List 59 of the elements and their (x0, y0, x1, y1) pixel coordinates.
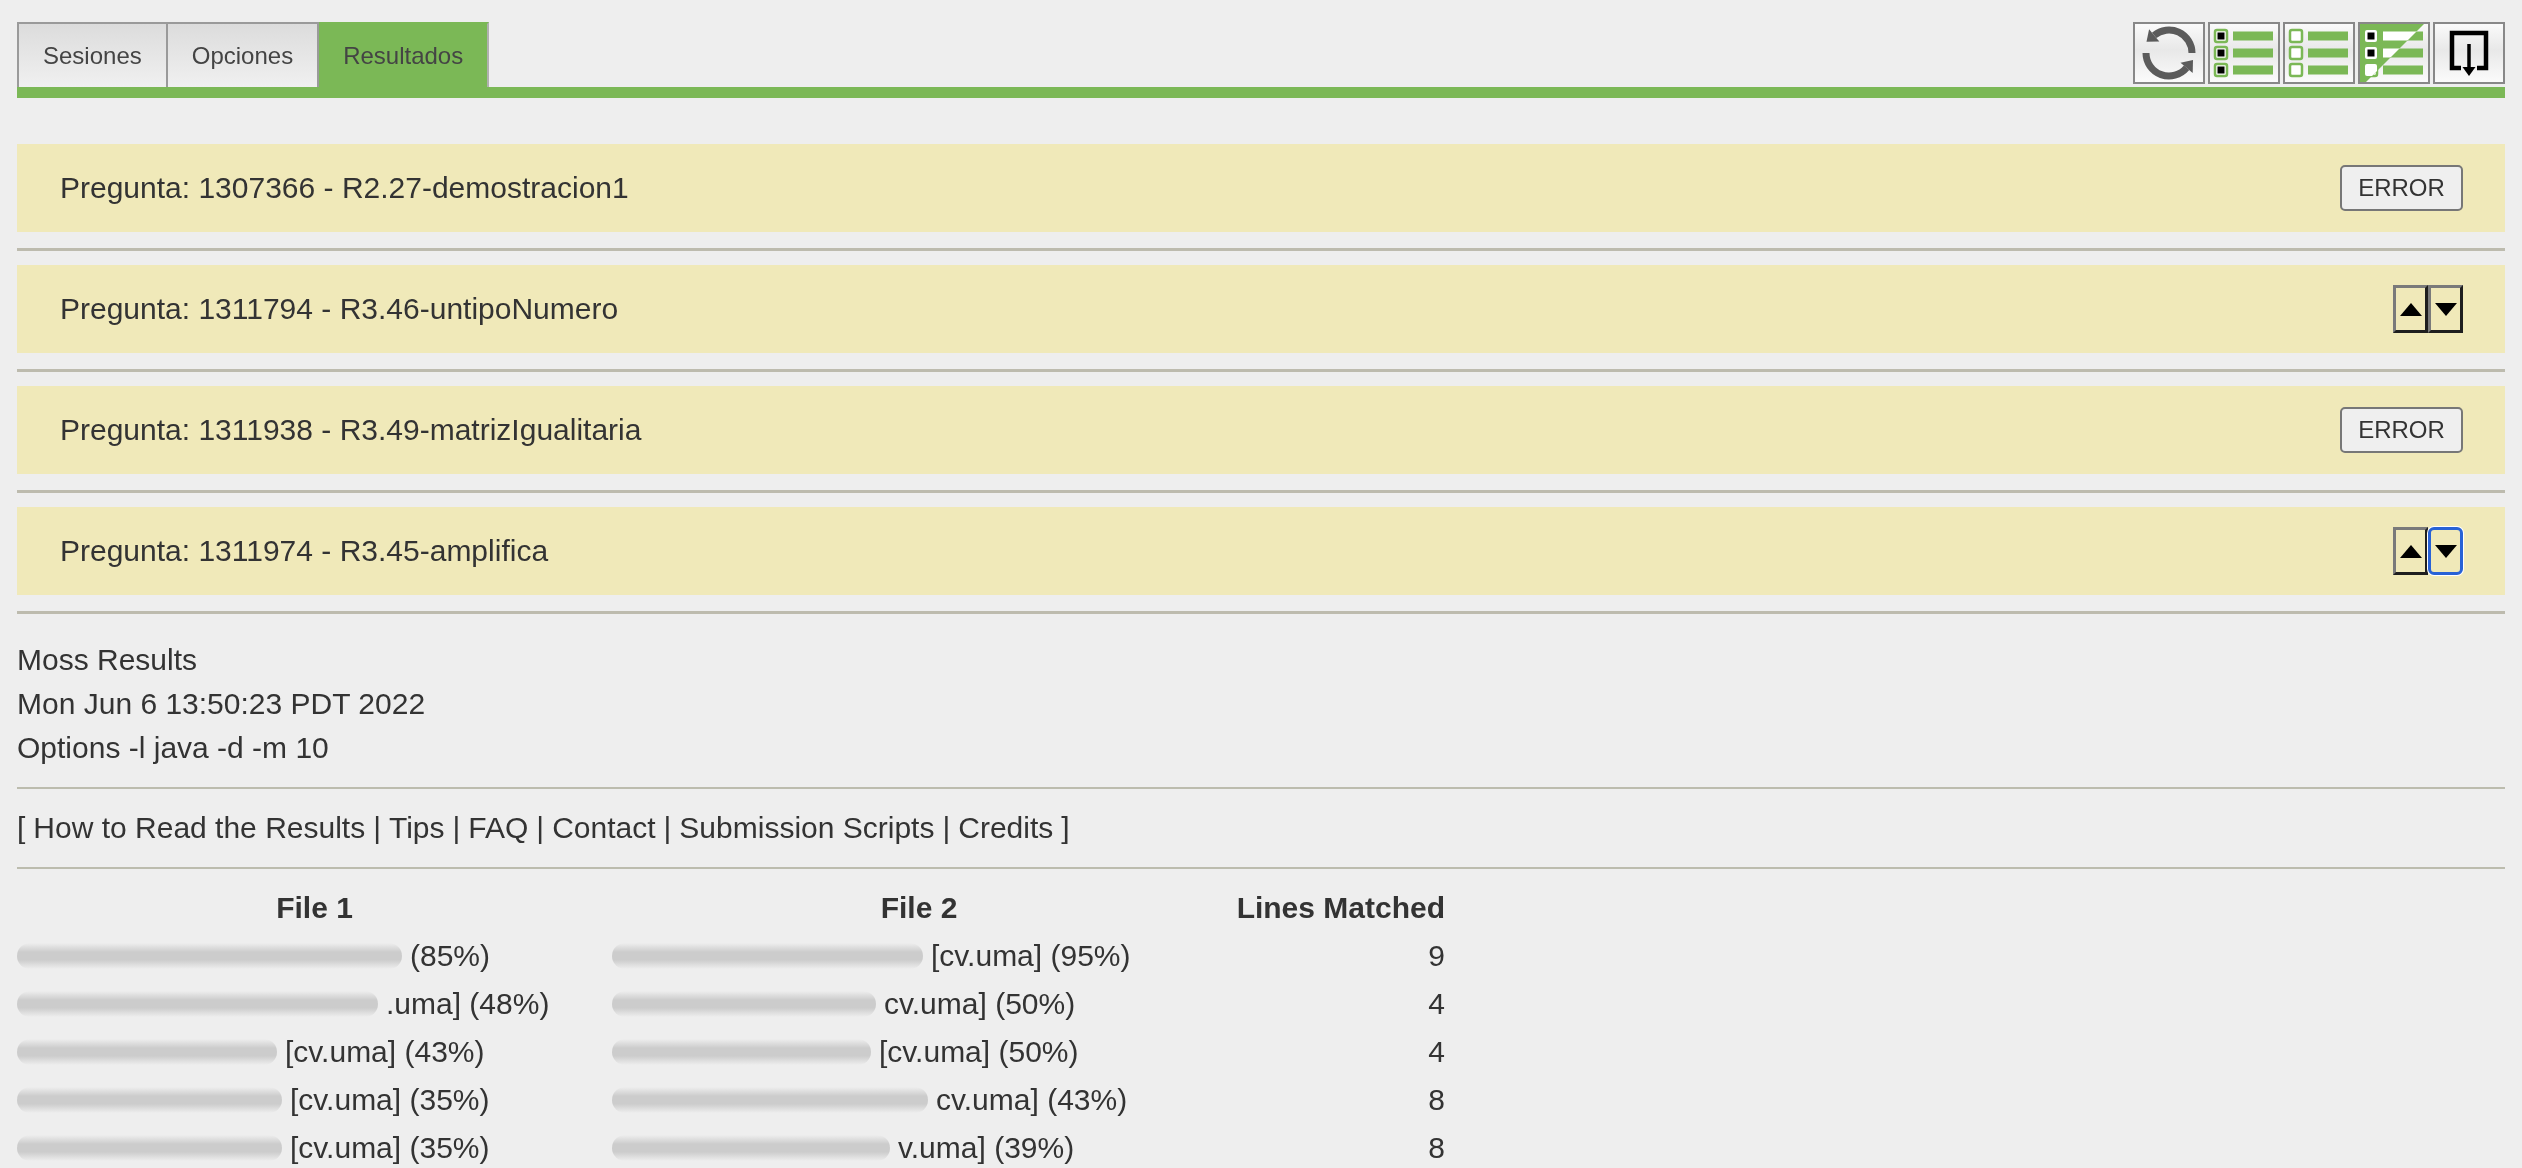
error-button[interactable]: ERROR (2340, 407, 2463, 453)
separator-text: | (452, 811, 461, 845)
results-info-text: Mon Jun 6 13:50:23 PDT 2022 (17, 686, 426, 722)
question-title: Pregunta: 1311794 - R3.46-untipoNumero (60, 292, 619, 326)
invert-selection-button[interactable] (2358, 22, 2430, 84)
triangle-up-icon (2399, 544, 2422, 558)
question-title: Pregunta: 1311974 - R3.45-amplifica (60, 534, 549, 568)
results-info-text: Options -l java -d -m 10 (17, 730, 329, 766)
move-up-button[interactable] (2393, 285, 2428, 333)
question-bar[interactable]: Pregunta: 1307366 - R2.27-demostracion1 ERROR (17, 144, 2505, 232)
question-bar[interactable]: Pregunta: 1311938 - R3.49-matrizIgualitaria ERROR (17, 386, 2505, 474)
triangle-up-icon (2399, 302, 2422, 316)
question-title: Pregunta: 1307366 - R2.27-demostracion1 (60, 171, 629, 205)
lines-matched-value: 4 (1428, 987, 1445, 1021)
question-title: Pregunta: 1311938 - R3.49-matrizIgualitaria (60, 413, 642, 447)
separator-text: | (942, 811, 951, 845)
help-link[interactable]: Tips (389, 811, 445, 845)
lines-matched-value: 8 (1428, 1131, 1445, 1165)
error-button[interactable]: ERROR (2340, 165, 2463, 211)
move-up-button[interactable] (2393, 527, 2428, 575)
file-link[interactable]: cv.uma] (43%) (936, 1083, 1128, 1117)
file-link[interactable]: (85%) (410, 939, 491, 973)
triangle-down-icon (2434, 544, 2457, 558)
file-link[interactable]: [cv.uma] (43%) (285, 1035, 485, 1069)
help-link[interactable]: Credits (958, 811, 1054, 845)
file-link[interactable]: v.uma] (39%) (898, 1131, 1075, 1165)
results-info-text: Moss Results (17, 642, 198, 678)
question-bar[interactable]: Pregunta: 1311974 - R3.45-amplifica (17, 507, 2505, 595)
refresh-button[interactable] (2133, 22, 2205, 84)
separator-text: | (536, 811, 545, 845)
file-link[interactable]: .uma] (48%) (386, 987, 550, 1021)
column-header: File 2 (880, 891, 958, 925)
file-link[interactable]: cv.uma] (50%) (884, 987, 1076, 1021)
column-header: File 1 (276, 891, 353, 925)
help-link[interactable]: How to Read the Results (33, 811, 366, 845)
triangle-down-icon (2434, 302, 2457, 316)
lines-matched-value: 9 (1428, 939, 1445, 973)
lines-matched-value: 4 (1428, 1035, 1445, 1069)
file-link[interactable]: [cv.uma] (35%) (290, 1083, 490, 1117)
tab[interactable]: Opciones (167, 22, 320, 87)
file-link[interactable]: [cv.uma] (95%) (931, 939, 1131, 973)
help-link[interactable]: FAQ (468, 811, 529, 845)
move-down-button[interactable] (2428, 285, 2463, 333)
tab[interactable]: Resultados (319, 22, 490, 87)
help-link[interactable]: Submission Scripts (679, 811, 935, 845)
download-button[interactable] (2433, 22, 2505, 84)
column-header: Lines Matched (1236, 891, 1445, 925)
separator-text: | (373, 811, 381, 845)
move-down-button[interactable] (2428, 527, 2463, 575)
bracket-text: [ (17, 811, 26, 845)
lines-matched-value: 8 (1428, 1083, 1445, 1117)
file-link[interactable]: [cv.uma] (50%) (879, 1035, 1079, 1069)
tab[interactable]: Sesiones (17, 22, 168, 87)
file-link[interactable]: [cv.uma] (35%) (290, 1131, 490, 1165)
select-all-button[interactable] (2208, 22, 2280, 84)
help-link[interactable]: Contact (552, 811, 656, 845)
bracket-text: ] (1061, 811, 1070, 845)
question-bar[interactable]: Pregunta: 1311794 - R3.46-untipoNumero (17, 265, 2505, 353)
separator-text: | (663, 811, 672, 845)
